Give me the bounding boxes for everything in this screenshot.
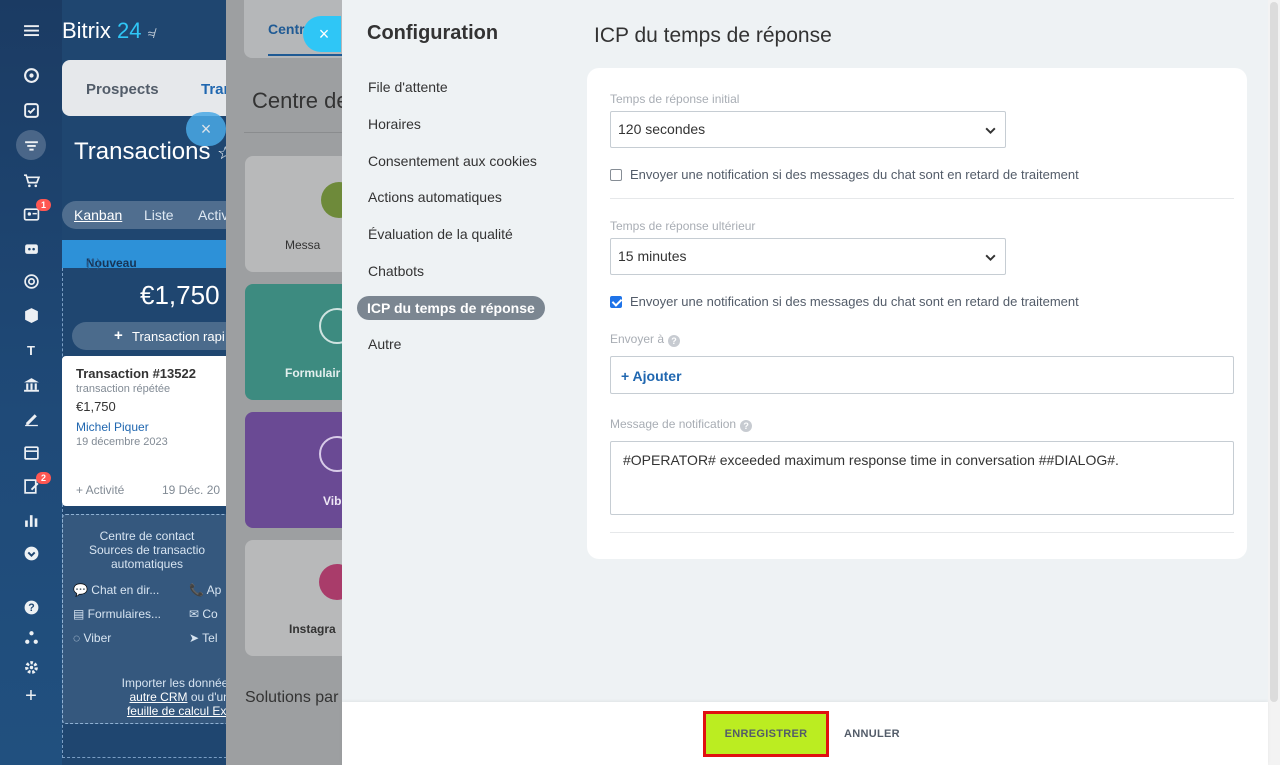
- add-recipient-button[interactable]: + Ajouter: [610, 356, 1234, 394]
- import-link-crm[interactable]: autre CRM: [129, 690, 187, 704]
- menu-hours[interactable]: Horaires: [368, 116, 421, 132]
- promo-forms-item[interactable]: ▤ Formulaires... ✉ Co: [73, 607, 218, 621]
- menu-response-time-kpi[interactable]: ICP du temps de réponse: [357, 296, 545, 320]
- close-icon[interactable]: ×: [186, 112, 226, 146]
- menu-other[interactable]: Autre: [368, 336, 401, 352]
- crm-background: Bitrix 24 ≉ Prospects Tran Transactions …: [62, 0, 226, 765]
- more-icon[interactable]: [20, 543, 42, 563]
- tasks-icon[interactable]: [20, 100, 42, 120]
- view-activities[interactable]: Activ: [198, 207, 226, 223]
- quick-transaction-button[interactable]: + Transaction rapi: [72, 322, 226, 350]
- sign-icon[interactable]: [20, 408, 42, 428]
- kanban-column-header: Nouveau (1): [62, 240, 226, 270]
- later-time-select[interactable]: 15 minutes: [610, 238, 1006, 275]
- calendar-icon[interactable]: [20, 442, 42, 462]
- help-icon[interactable]: ?: [740, 420, 753, 432]
- later-notify-option[interactable]: Envoyer une notification si des messages…: [610, 294, 1079, 309]
- tile-instagram[interactable]: Instagra: [245, 540, 342, 656]
- import-text: Importer les données d autre CRM ou d'un…: [63, 676, 226, 718]
- later-time-label: Temps de réponse ultérieur: [610, 219, 756, 233]
- analytics-icon[interactable]: [20, 510, 42, 530]
- slider-title: Centre de: [252, 88, 342, 113]
- chevron-down-icon: [985, 254, 996, 262]
- tab-prospects[interactable]: Prospects: [86, 81, 159, 98]
- logo: Bitrix 24 ≉: [62, 18, 155, 43]
- kpi-form: Temps de réponse initial 120 secondes En…: [587, 68, 1247, 559]
- contact-center-slider: Centr Centre de Messa Formulair Vib Inst…: [226, 0, 342, 765]
- configuration-panel: Configuration File d'attente Horaires Co…: [342, 0, 1268, 765]
- crm-tabs: Prospects Tran: [62, 60, 226, 116]
- menu-cookies[interactable]: Consentement aux cookies: [368, 153, 537, 169]
- settings-icon[interactable]: [20, 657, 42, 677]
- initial-time-select[interactable]: 120 secondes: [610, 111, 1006, 148]
- initial-time-label: Temps de réponse initial: [610, 92, 740, 106]
- target-icon[interactable]: [20, 271, 42, 291]
- add-icon[interactable]: +: [20, 685, 42, 707]
- deal-title: Transaction #13522: [76, 366, 196, 381]
- section-title: ICP du temps de réponse: [594, 24, 832, 47]
- later-notify-checkbox[interactable]: [610, 296, 622, 308]
- deal-contact[interactable]: Michel Piquer: [76, 420, 218, 434]
- bot-icon[interactable]: [20, 237, 42, 257]
- menu-queue[interactable]: File d'attente: [368, 79, 448, 95]
- view-switcher: Kanban Liste Activ: [62, 201, 226, 229]
- scrollbar[interactable]: [1268, 0, 1280, 765]
- promo-chat-item[interactable]: 💬 Chat en dir... 📞 Ap: [73, 583, 221, 597]
- send-to-label: Envoyer à?: [610, 332, 681, 347]
- contact-center-promo: Centre de contact Sources de transactio …: [62, 514, 226, 724]
- box-icon[interactable]: [20, 305, 42, 325]
- notification-badge: 2: [36, 472, 51, 484]
- structure-icon[interactable]: [20, 627, 42, 647]
- deal-subtitle: transaction répétée: [76, 383, 171, 395]
- view-kanban[interactable]: Kanban: [74, 207, 122, 223]
- initial-notify-option[interactable]: Envoyer une notification si des messages…: [610, 167, 1079, 182]
- tab-transactions[interactable]: Tran: [201, 81, 226, 98]
- deal-amount: €1,750: [76, 399, 116, 414]
- deal-activity[interactable]: + Activité 19 Déc. 20: [76, 483, 226, 497]
- bank-icon[interactable]: [20, 374, 42, 394]
- deal-date: 19 décembre 2023: [76, 436, 168, 448]
- menu-quality-rating[interactable]: Évaluation de la qualité: [368, 226, 513, 242]
- notification-badge: 1: [36, 199, 51, 211]
- chevron-down-icon: [985, 127, 996, 135]
- close-slider-button[interactable]: ×: [303, 16, 341, 52]
- tile-forms[interactable]: Formulair: [245, 284, 342, 400]
- left-navigation-rail: 1 T 2 ? +: [0, 0, 62, 765]
- cancel-button[interactable]: ANNULER: [844, 728, 900, 740]
- crm-icon[interactable]: [16, 130, 46, 160]
- solutions-heading: Solutions par: [245, 689, 339, 706]
- menu-chatbots[interactable]: Chatbots: [368, 263, 424, 279]
- panel-footer: ENREGISTRER ANNULER: [342, 702, 1268, 765]
- view-list[interactable]: Liste: [144, 207, 174, 223]
- message-label: Message de notification?: [610, 417, 753, 432]
- shop-icon[interactable]: [20, 170, 42, 190]
- help-icon[interactable]: ?: [20, 597, 42, 617]
- column-amount: €1,750: [140, 280, 220, 310]
- notification-message-textarea[interactable]: #OPERATOR# exceeded maximum response tim…: [610, 441, 1234, 515]
- promo-viber-item[interactable]: ◌ Viber ➤ Tel: [73, 631, 218, 645]
- tile-viber[interactable]: Vib: [245, 412, 342, 528]
- initial-notify-checkbox[interactable]: [610, 169, 622, 181]
- menu-automatic-actions[interactable]: Actions automatiques: [368, 189, 502, 205]
- tile-messenger[interactable]: Messa: [245, 156, 342, 272]
- text-icon[interactable]: T: [20, 340, 42, 360]
- import-link-excel[interactable]: feuille de calcul Exce: [127, 704, 226, 718]
- svg-text:?: ?: [28, 602, 34, 614]
- close-icon: ×: [318, 24, 330, 44]
- menu-icon[interactable]: [20, 20, 42, 40]
- deal-card[interactable]: Transaction #13522 transaction répétée €…: [62, 356, 226, 506]
- configuration-title: Configuration: [367, 22, 499, 44]
- save-button[interactable]: ENREGISTRER: [703, 711, 829, 757]
- help-icon[interactable]: ?: [668, 335, 681, 347]
- feed-icon[interactable]: [20, 65, 42, 85]
